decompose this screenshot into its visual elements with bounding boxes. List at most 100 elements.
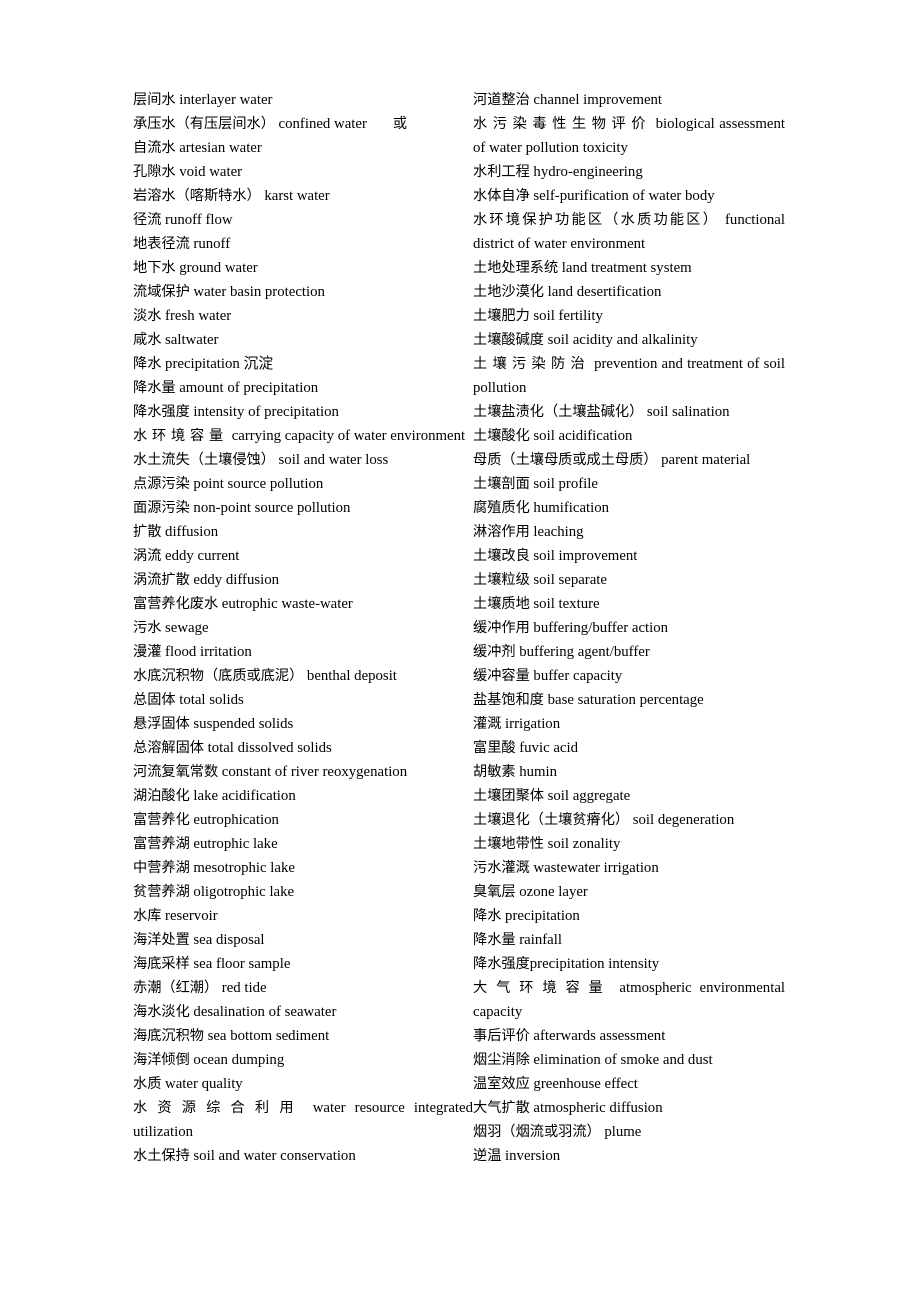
entry-chinese-term: 大气扩散 — [473, 1100, 530, 1116]
entry-english-term: runoff — [193, 236, 231, 252]
entry-english-term: afterwards assessment — [533, 1028, 666, 1044]
entry-english-term: lake acidification — [193, 788, 296, 804]
entry-english-term: eutrophic waste-water — [221, 596, 353, 612]
entry-english-term: irrigation — [505, 716, 561, 732]
entry-chinese-term: 流域保护 — [133, 284, 190, 300]
entry-chinese-term: 土壤质地 — [473, 596, 530, 612]
glossary-entry: 海底沉积物 sea bottom sediment — [133, 1024, 473, 1048]
glossary-entry: 土壤酸碱度 soil acidity and alkalinity — [473, 328, 785, 352]
entry-english-term: soil and water loss — [278, 452, 389, 468]
glossary-entry: 土壤肥力 soil fertility — [473, 304, 785, 328]
glossary-entry: 水质 water quality — [133, 1072, 473, 1096]
entry-english-term: fuvic acid — [519, 740, 578, 756]
glossary-entry: 富营养化 eutrophication — [133, 808, 473, 832]
glossary-entry: 湖泊酸化 lake acidification — [133, 784, 473, 808]
glossary-entry: 水利工程 hydro-engineering — [473, 160, 785, 184]
entry-english-term: fresh water — [165, 308, 232, 324]
entry-chinese-term: 地表径流 — [133, 236, 190, 252]
entry-english-term: land treatment system — [561, 260, 692, 276]
glossary-entry: 逆温 inversion — [473, 1144, 785, 1168]
entry-chinese-term: 面源污染 — [133, 500, 190, 516]
entry-english-term: precipitation — [505, 908, 580, 924]
entry-english-term: land desertification — [547, 284, 662, 300]
glossary-entry: 土壤粒级 soil separate — [473, 568, 785, 592]
entry-chinese-term: 富里酸 — [473, 740, 516, 756]
entry-chinese-term: 赤潮（红潮） — [133, 980, 219, 996]
entry-english-term: channel improvement — [533, 92, 663, 108]
entry-english-term: reservoir — [165, 908, 218, 924]
glossary-entry: 涡流扩散 eddy diffusion — [133, 568, 473, 592]
entry-english-term: humification — [533, 500, 610, 516]
glossary-entry: 灌溉 irrigation — [473, 712, 785, 736]
entry-chinese-term: 岩溶水（喀斯特水） — [133, 188, 261, 204]
glossary-entry: 水资源综合利用 water resource integrated utiliz… — [133, 1096, 473, 1144]
glossary-entry: 总固体 total solids — [133, 688, 473, 712]
entry-english-term: desalination of seawater — [193, 1004, 337, 1020]
entry-chinese-term: 富营养化 — [133, 812, 190, 828]
entry-english-term: diffusion — [165, 524, 219, 540]
glossary-entry: 大气环境容量 atmospheric environmental capacit… — [473, 976, 785, 1024]
glossary-entry: 土壤酸化 soil acidification — [473, 424, 785, 448]
entry-english-term: non-point source pollution — [193, 500, 351, 516]
entry-english-term: soil texture — [533, 596, 600, 612]
glossary-entry: 臭氧层 ozone layer — [473, 880, 785, 904]
entry-chinese-term: 漫灌 — [133, 644, 162, 660]
entry-english-term: base saturation percentage — [547, 692, 704, 708]
glossary-entry: 缓冲容量 buffer capacity — [473, 664, 785, 688]
entry-english-term: confined water — [278, 116, 367, 132]
entry-chinese-term: 水质 — [133, 1076, 162, 1092]
entry-chinese-term: 海底采样 — [133, 956, 190, 972]
entry-chinese-term: 逆温 — [473, 1148, 502, 1164]
entry-english-term: ocean dumping — [193, 1052, 285, 1068]
entry-chinese-term: 淡水 — [133, 308, 162, 324]
entry-english-term: artesian water — [179, 140, 262, 156]
entry-english-term: atmospheric diffusion — [533, 1100, 663, 1116]
glossary-entry: 水环境保护功能区（水质功能区） functional district of w… — [473, 208, 785, 256]
entry-chinese-term: 富营养化废水 — [133, 596, 219, 612]
entry-chinese-term: 涡流扩散 — [133, 572, 190, 588]
entry-chinese-term: 土壤团聚体 — [473, 788, 544, 804]
glossary-entry: 贫营养湖 oligotrophic lake — [133, 880, 473, 904]
entry-english-term: eutrophication — [193, 812, 279, 828]
glossary-entry: 承压水（有压层间水） confined water 或 — [133, 112, 473, 136]
entry-chinese-term: 胡敏素 — [473, 764, 516, 780]
entry-english-term: water basin protection — [193, 284, 325, 300]
glossary-entry: 水土流失（土壤侵蚀） soil and water loss — [133, 448, 473, 472]
entry-english-term: karst water — [264, 188, 330, 204]
entry-chinese-term: 河流复氧常数 — [133, 764, 219, 780]
glossary-entry: 涡流 eddy current — [133, 544, 473, 568]
entry-english-term: intensity of precipitation — [193, 404, 339, 420]
entry-chinese-term: 降水 — [473, 908, 502, 924]
entry-chinese-term: 污水 — [133, 620, 162, 636]
entry-english-term: buffering agent/buffer — [519, 644, 650, 660]
entry-english-term: sea bottom sediment — [207, 1028, 330, 1044]
entry-chinese-term: 土壤酸碱度 — [473, 332, 544, 348]
entry-english-term: total solids — [179, 692, 244, 708]
glossary-entry: 土壤剖面 soil profile — [473, 472, 785, 496]
entry-chinese-term: 灌溉 — [473, 716, 502, 732]
entry-english-term: self-purification of water body — [533, 188, 715, 204]
entry-chinese-term: 烟羽（烟流或羽流） — [473, 1124, 601, 1140]
glossary-entry: 水环境容量 carrying capacity of water environ… — [133, 424, 473, 448]
entry-chinese-term: 烟尘消除 — [473, 1052, 530, 1068]
entry-english-term: soil and water conservation — [193, 1148, 356, 1164]
entry-english-term: rainfall — [519, 932, 562, 948]
glossary-entry: 面源污染 non-point source pollution — [133, 496, 473, 520]
glossary-entry: 温室效应 greenhouse effect — [473, 1072, 785, 1096]
entry-chinese-term: 水污染毒性生物评价 — [473, 116, 652, 132]
entry-english-term: runoff flow — [165, 212, 233, 228]
entry-english-term: ground water — [179, 260, 258, 276]
entry-chinese-term: 水底沉积物（底质或底泥） — [133, 668, 304, 684]
glossary-entry: 总溶解固体 total dissolved solids — [133, 736, 473, 760]
entry-chinese-term: 缓冲作用 — [473, 620, 530, 636]
glossary-entry: 降水量 rainfall — [473, 928, 785, 952]
entry-english-term: buffering/buffer action — [533, 620, 669, 636]
entry-chinese-term: 盐基饱和度 — [473, 692, 544, 708]
glossary-entry: 烟尘消除 elimination of smoke and dust — [473, 1048, 785, 1072]
entry-chinese-term: 大气环境容量 — [473, 980, 612, 996]
entry-chinese-term: 温室效应 — [473, 1076, 530, 1092]
glossary-entry: 漫灌 flood irritation — [133, 640, 473, 664]
entry-english-term: sea disposal — [193, 932, 265, 948]
glossary-entry: 土壤质地 soil texture — [473, 592, 785, 616]
entry-english-term: elimination of smoke and dust — [533, 1052, 713, 1068]
